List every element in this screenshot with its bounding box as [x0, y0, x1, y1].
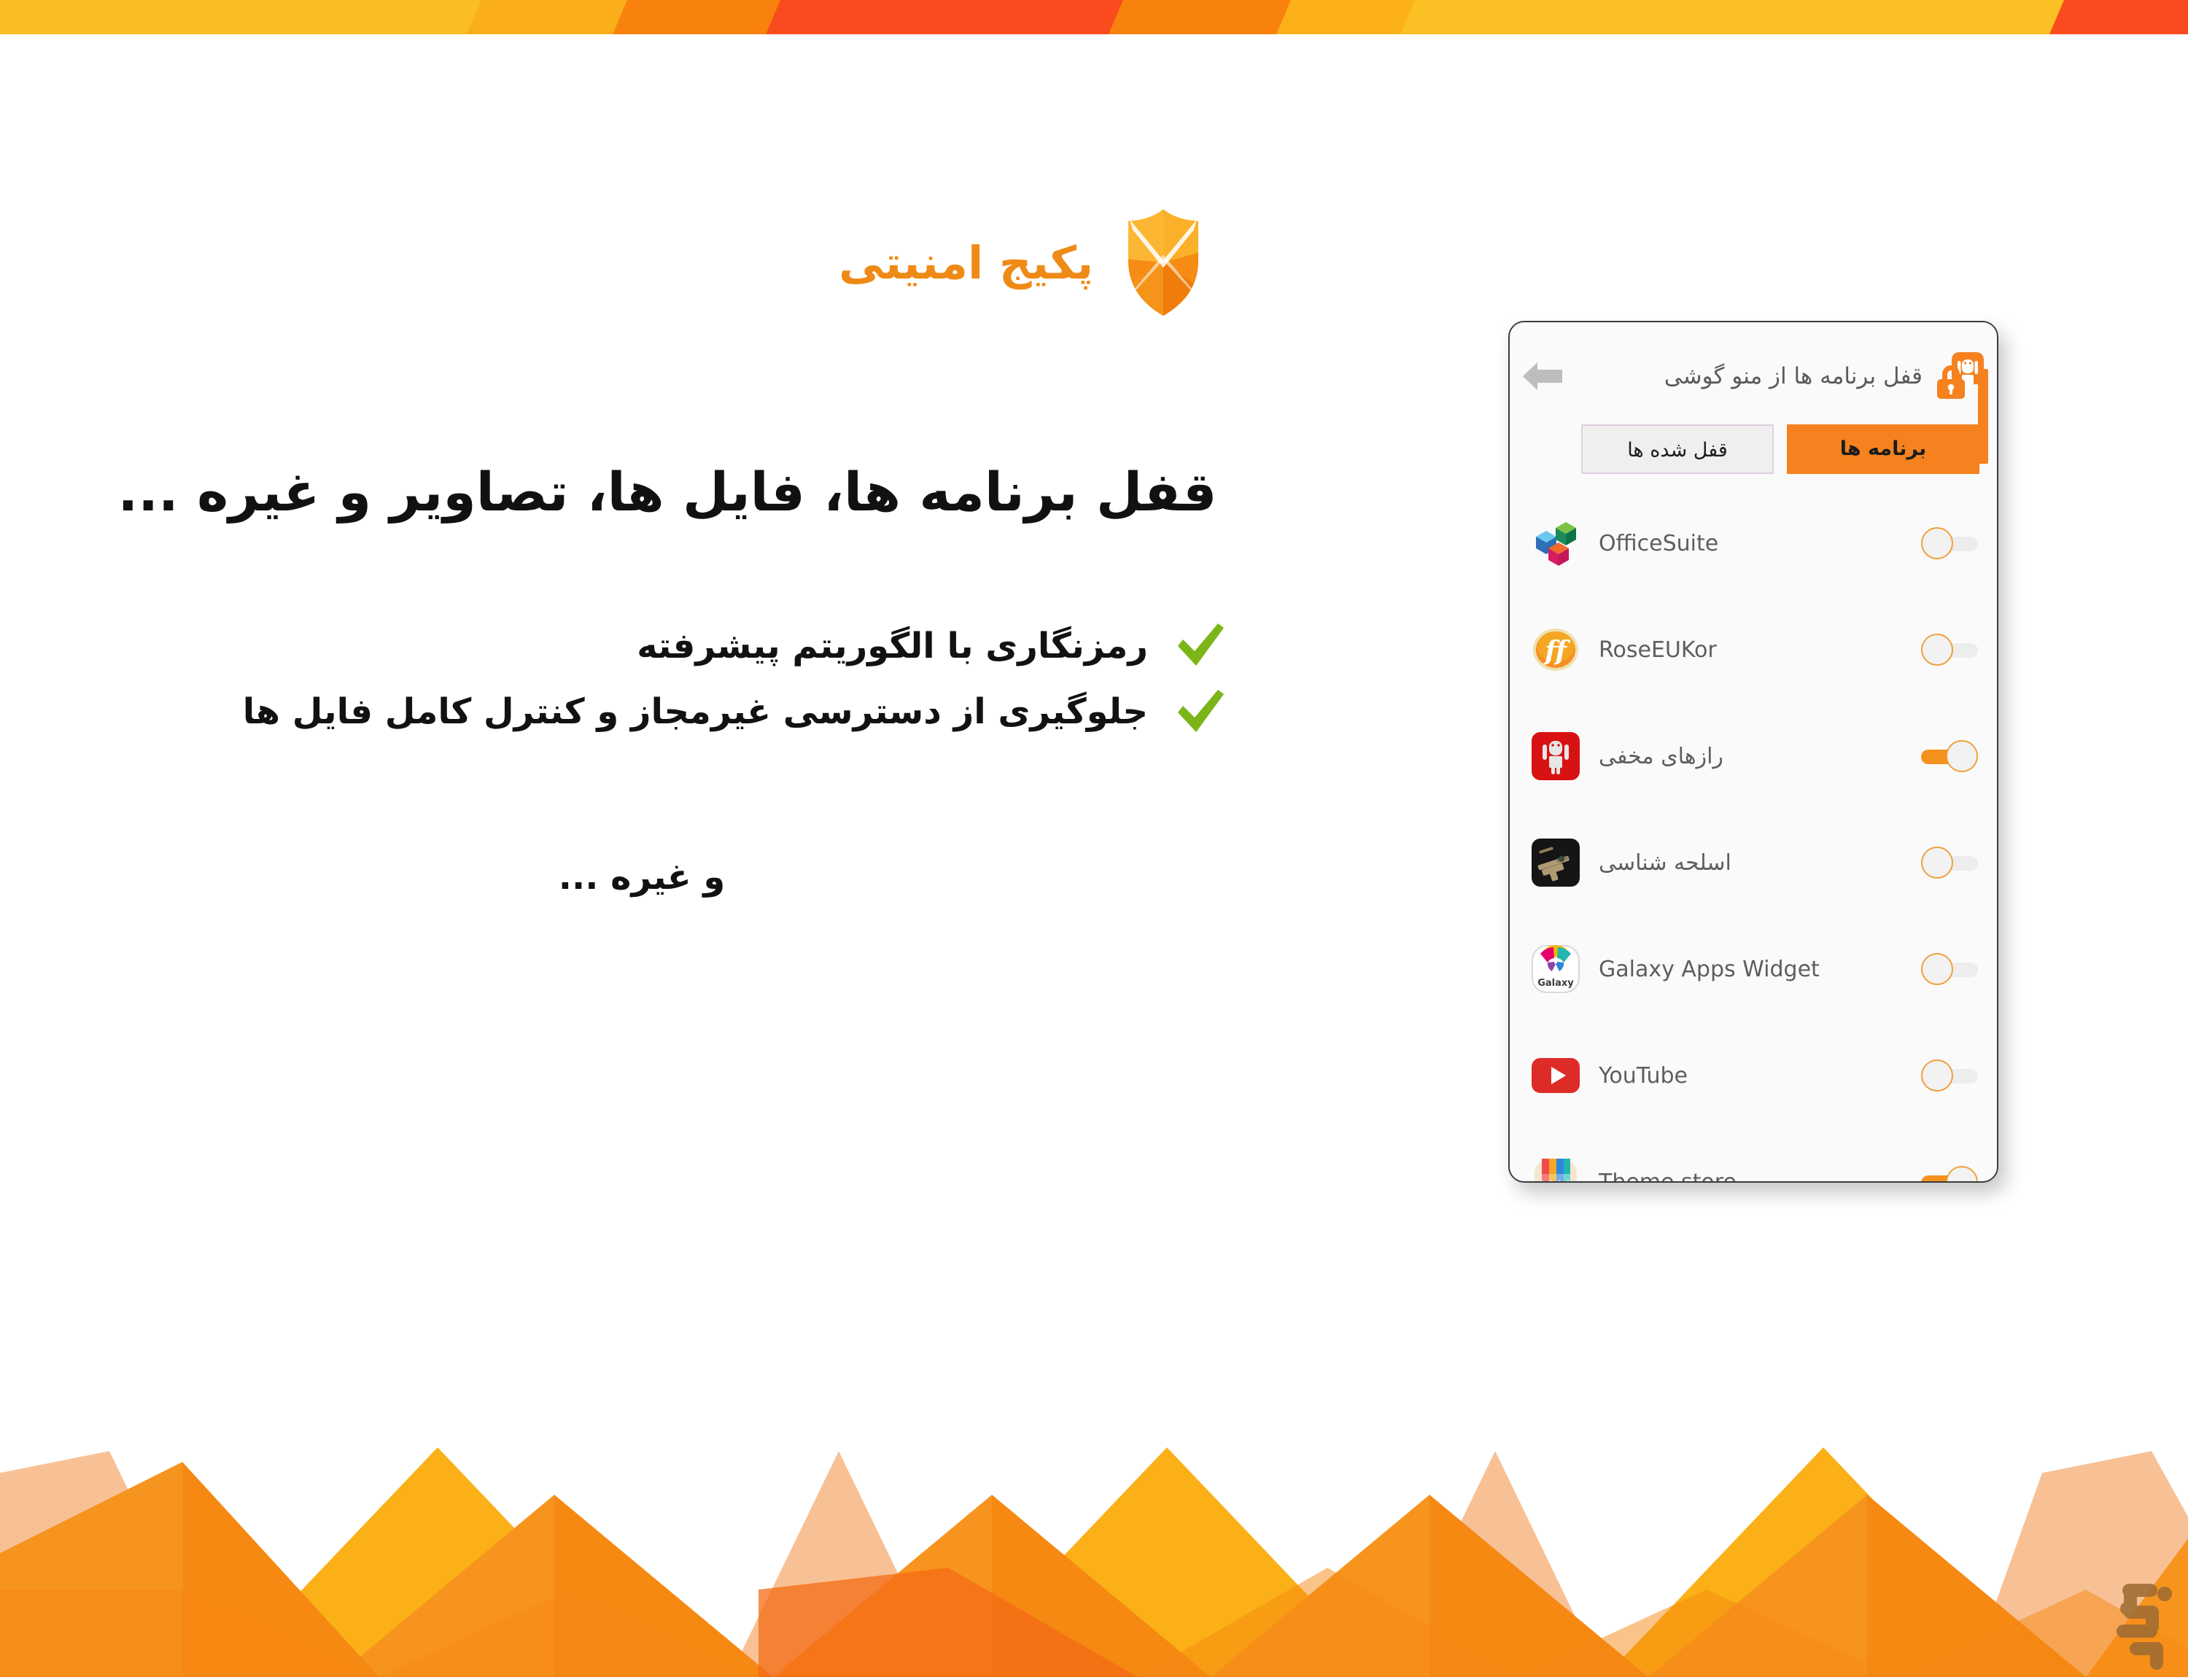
app-label: رازهای مخفی	[1599, 743, 1723, 769]
roseeukor-icon: ff	[1532, 626, 1580, 674]
list-item[interactable]: اسلحه شناسی	[1510, 809, 1997, 916]
phone-scrollbar[interactable]	[1978, 369, 1988, 464]
toggle-knob	[1921, 953, 1953, 985]
brand-title: پکیج امنیتی	[839, 236, 1094, 289]
app-lock-toggle[interactable]	[1921, 1166, 1978, 1181]
svg-text:ff: ff	[1543, 636, 1570, 666]
top-band-graphic	[0, 0, 2188, 34]
toggle-knob	[1921, 1059, 1953, 1092]
app-lock-toggle[interactable]	[1921, 1059, 1978, 1092]
bottom-decorative-band	[0, 1371, 2188, 1677]
app-lock-toggle[interactable]	[1921, 527, 1978, 559]
feature-item: رمزنگاری با الگوریتم پیشرفته	[0, 623, 1313, 669]
bazaar-logo-icon	[2071, 1560, 2188, 1677]
feature-label: رمزنگاری با الگوریتم پیشرفته	[637, 626, 1148, 666]
toggle-knob	[1946, 740, 1978, 772]
app-list: OfficeSuite ff RoseEUKor رازهای مخفی اسل…	[1510, 490, 1997, 1183]
app-label: اسلحه شناسی	[1599, 849, 1731, 876]
app-label: OfficeSuite	[1599, 530, 1719, 556]
youtube-icon	[1532, 1051, 1580, 1100]
app-lock-toggle[interactable]	[1921, 953, 1978, 985]
list-item[interactable]: ff RoseEUKor	[1510, 596, 1997, 703]
etc-text: و غیره ...	[558, 857, 726, 898]
top-decorative-band	[0, 0, 2188, 34]
phone-app-bar: قفل برنامه ها از منو گوشی	[1510, 322, 1997, 430]
app-label: Theme store	[1599, 1169, 1737, 1183]
phone-screen: قفل برنامه ها از منو گوشی برنامه ها قفل …	[1510, 322, 1997, 1181]
tab-apps[interactable]: برنامه ها	[1787, 424, 1979, 474]
toggle-knob	[1921, 527, 1953, 559]
list-item[interactable]: Galaxy Galaxy Apps Widget	[1510, 916, 1997, 1022]
page-title: قفل برنامه ها، فایل ها، تصاویر و غیره ..…	[117, 462, 1217, 524]
app-lock-toggle[interactable]	[1921, 740, 1978, 772]
app-label: RoseEUKor	[1599, 637, 1717, 663]
list-item[interactable]: YouTube	[1510, 1022, 1997, 1129]
back-arrow-icon[interactable]	[1521, 359, 1564, 394]
phone-app-bar-title: قفل برنامه ها از منو گوشی	[1664, 363, 1923, 389]
check-icon	[1176, 689, 1225, 735]
feature-label: جلوگیری از دسترسی غیرمجاز و کنترل کامل ف…	[242, 691, 1148, 733]
app-label: Galaxy Apps Widget	[1599, 956, 1820, 982]
galaxy-apps-icon: Galaxy	[1532, 945, 1580, 993]
feature-list: رمزنگاری با الگوریتم پیشرفته جلوگیری از …	[0, 623, 1313, 735]
app-label: YouTube	[1599, 1062, 1688, 1089]
toggle-knob	[1921, 634, 1953, 666]
tab-locked[interactable]: قفل شده ها	[1581, 424, 1774, 474]
phone-mockup: قفل برنامه ها از منو گوشی برنامه ها قفل …	[1508, 321, 1998, 1183]
android-red-icon	[1532, 732, 1580, 780]
weapon-photo-icon	[1532, 839, 1580, 887]
list-item[interactable]: رازهای مخفی	[1510, 703, 1997, 809]
toggle-knob	[1946, 1166, 1978, 1181]
officesuite-icon	[1532, 519, 1580, 567]
list-item[interactable]: OfficeSuite	[1510, 490, 1997, 596]
brand-header: پکیج امنیتی	[839, 208, 1203, 317]
app-lock-toggle[interactable]	[1921, 634, 1978, 666]
phone-tabs: برنامه ها قفل شده ها	[1510, 424, 1997, 474]
theme-store-icon	[1532, 1158, 1580, 1181]
feature-item: جلوگیری از دسترسی غیرمجاز و کنترل کامل ف…	[0, 689, 1313, 734]
check-icon	[1176, 623, 1225, 669]
svg-text:Galaxy: Galaxy	[1537, 978, 1574, 989]
shield-x-icon	[1124, 208, 1203, 317]
bottom-band-graphic	[0, 1447, 2188, 1677]
list-item[interactable]: Theme store	[1510, 1129, 1997, 1183]
toggle-knob	[1921, 847, 1953, 879]
app-lock-toggle[interactable]	[1921, 847, 1978, 879]
